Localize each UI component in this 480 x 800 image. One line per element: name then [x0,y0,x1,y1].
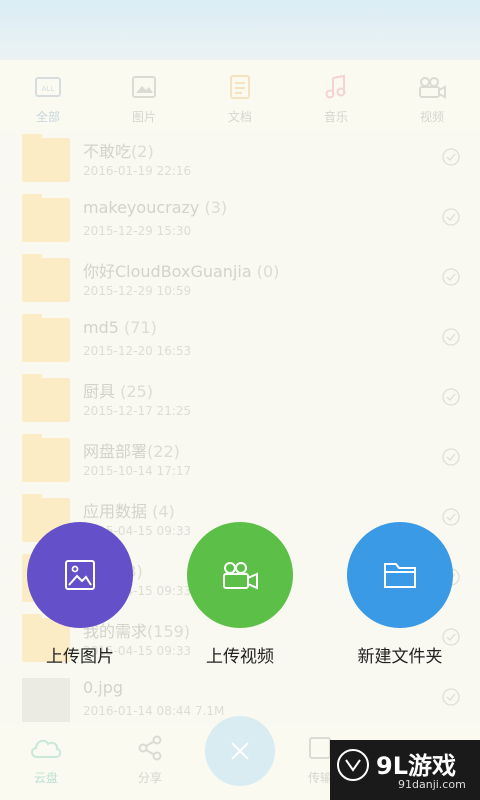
upload-video-action[interactable]: 上传视频 [186,522,294,667]
upload-image-icon [65,560,95,590]
upload-image-label: 上传图片 [46,647,114,667]
watermark-url: 91danji.com [398,778,466,791]
watermark-logo-icon [337,749,369,781]
upload-image-button[interactable] [27,522,133,628]
upload-video-label: 上传视频 [206,647,274,667]
watermark: 9L游戏 91danji.com [330,740,480,800]
upload-video-icon [223,562,258,590]
upload-video-button[interactable] [187,522,293,628]
new-folder-action[interactable]: 新建文件夹 [346,522,454,667]
watermark-logo-text: 9L游戏 [376,752,456,780]
new-folder-button[interactable] [347,522,453,628]
new-folder-label: 新建文件夹 [357,647,443,667]
blur-overlay [0,0,480,800]
new-folder-icon [384,563,416,588]
close-icon [231,742,249,760]
upload-image-action[interactable]: 上传图片 [26,522,134,667]
close-button[interactable] [205,716,275,786]
